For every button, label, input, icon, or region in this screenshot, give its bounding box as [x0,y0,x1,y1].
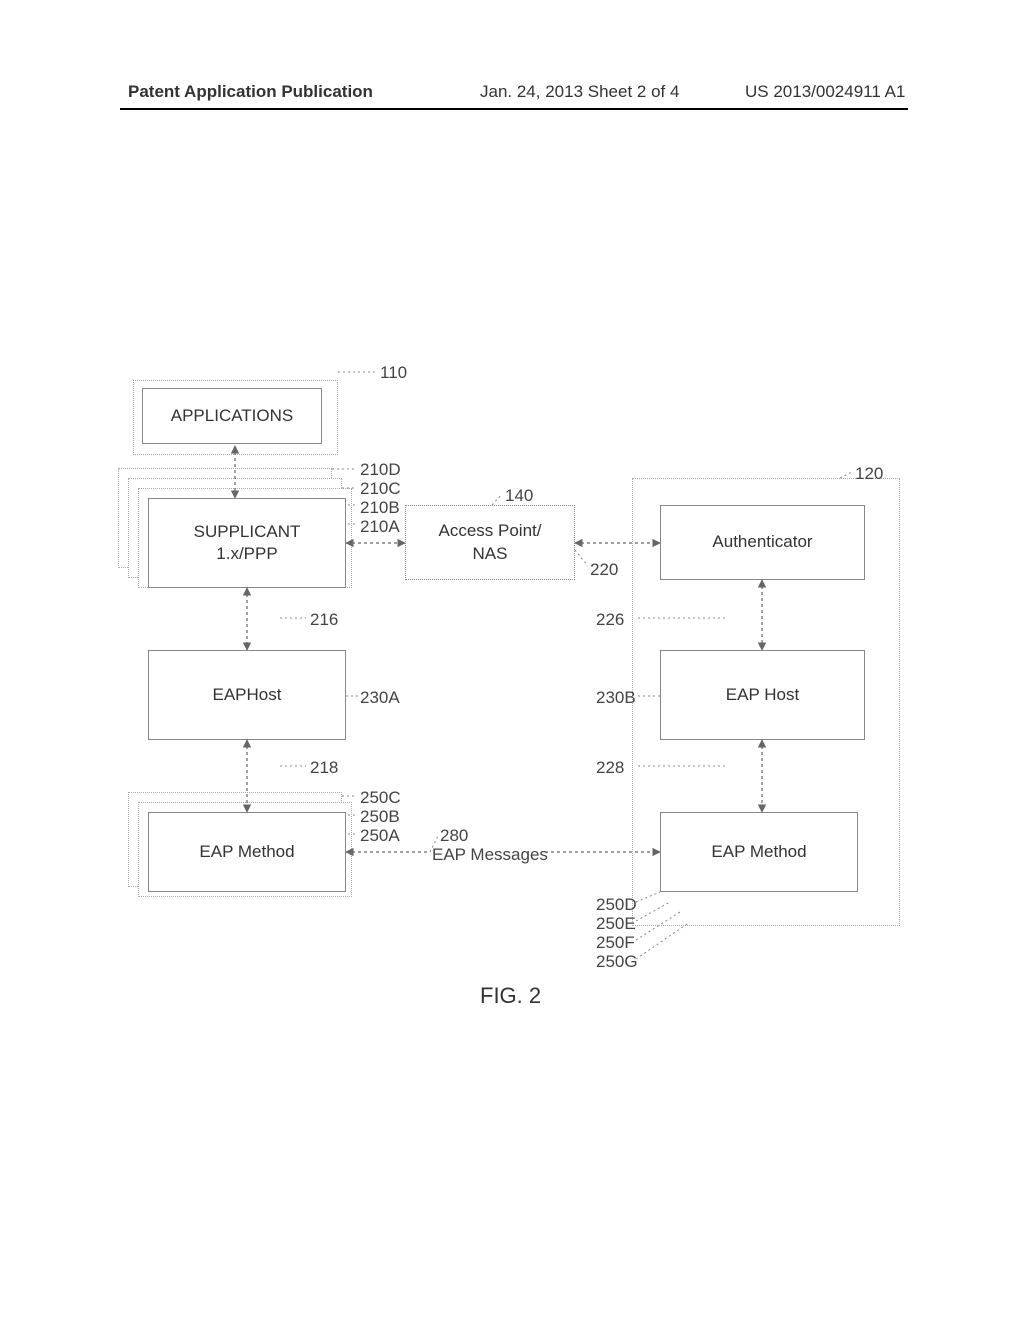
supplicant-label: SUPPLICANT 1.x/PPP [194,521,301,565]
label-226: 226 [596,610,624,630]
label-250f: 250F [596,933,635,953]
label-250e: 250E [596,914,636,934]
label-210c: 210C [360,479,401,499]
figure-caption: FIG. 2 [480,983,541,1009]
applications-box: APPLICATIONS [142,388,322,444]
access-point-label: Access Point/ NAS [439,520,542,564]
label-280: 280 [440,826,468,846]
eap-messages-label: EAP Messages [432,845,548,865]
eapmethod-left-box-250a: EAP Method [148,812,346,892]
supplicant-box-210a: SUPPLICANT 1.x/PPP [148,498,346,588]
label-140: 140 [505,486,533,506]
label-210d: 210D [360,460,401,480]
eaphost-right-box: EAP Host [660,650,865,740]
eapmethod-left-label: EAP Method [199,841,294,863]
label-230a: 230A [360,688,400,708]
label-230b: 230B [596,688,636,708]
label-250a: 250A [360,826,400,846]
access-point-box: Access Point/ NAS [405,505,575,580]
applications-label: APPLICATIONS [171,405,294,427]
label-250g: 250G [596,952,638,972]
eaphost-left-label: EAPHost [213,684,282,706]
authenticator-box: Authenticator [660,505,865,580]
eaphost-right-label: EAP Host [726,684,799,706]
label-250d: 250D [596,895,637,915]
page: { "header": { "left": "Patent Applicatio… [0,0,1024,1320]
label-210b: 210B [360,498,400,518]
label-210a: 210A [360,517,400,537]
diagram: APPLICATIONS SUPPLICANT 1.x/PPP Access P… [0,0,1024,1320]
label-110: 110 [380,363,407,383]
label-216: 216 [310,610,338,630]
authenticator-label: Authenticator [712,531,812,553]
label-220: 220 [590,560,618,580]
label-250b: 250B [360,807,400,827]
label-218: 218 [310,758,338,778]
eaphost-left-box: EAPHost [148,650,346,740]
label-228: 228 [596,758,624,778]
label-250c: 250C [360,788,401,808]
eapmethod-right-label: EAP Method [711,841,806,863]
eapmethod-right-box-250d: EAP Method [660,812,858,892]
label-120: 120 [855,464,883,484]
